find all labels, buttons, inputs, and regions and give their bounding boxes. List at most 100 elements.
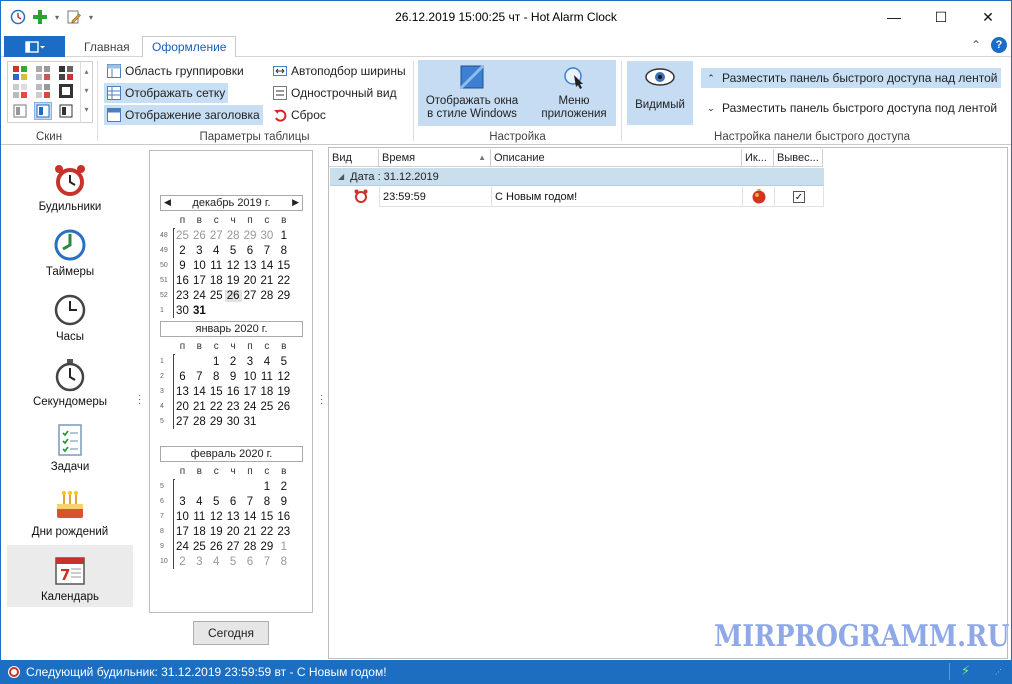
calendar-day[interactable]: 2 — [225, 356, 242, 368]
calendar-day[interactable]: 3 — [242, 356, 259, 368]
calendar-day[interactable]: 1 — [208, 356, 225, 368]
calendar-day[interactable]: 29 — [242, 230, 259, 242]
table-row[interactable]: 23:59:59 С Новым годом! ✓ — [330, 187, 824, 207]
calendar-day[interactable]: 19 — [225, 275, 242, 287]
calendar-day[interactable]: 18 — [191, 526, 208, 538]
calendar-day[interactable]: 3 — [174, 496, 191, 508]
minimize-button[interactable]: — — [871, 1, 917, 33]
next-month-icon[interactable]: ▶ — [292, 197, 299, 208]
application-menu-button[interactable] — [4, 36, 65, 57]
calendar-day[interactable]: 12 — [225, 260, 242, 272]
skin-gallery[interactable]: ▴ ▾ ▾ — [7, 61, 93, 123]
calendar-day[interactable]: 26 — [224, 289, 242, 302]
calendar-day[interactable]: 11 — [191, 511, 208, 523]
calendar-day[interactable]: 6 — [242, 556, 259, 568]
calendar-day[interactable]: 18 — [208, 275, 225, 287]
month-header[interactable]: январь 2020 г. — [160, 321, 303, 337]
app-menu-button[interactable]: Меню приложения — [534, 61, 614, 125]
calendar-day[interactable]: 8 — [275, 556, 292, 568]
calendar-day[interactable]: 5 — [225, 556, 242, 568]
calendar-day[interactable]: 7 — [191, 371, 208, 383]
show-header-button[interactable]: Отображение заголовка — [104, 105, 263, 125]
calendar-day[interactable]: 5 — [275, 356, 292, 368]
tab-appearance[interactable]: Оформление — [142, 36, 237, 58]
calendar-day[interactable]: 5 — [225, 245, 242, 257]
column-header-description[interactable]: Описание — [491, 149, 742, 167]
group-row-date[interactable]: ◢ Дата : 31.12.2019 — [330, 168, 824, 186]
reset-button[interactable]: Сброс — [270, 105, 329, 125]
calendar-day[interactable]: 24 — [174, 541, 191, 553]
lightning-icon[interactable]: ⚡ — [961, 663, 970, 679]
calendar-day[interactable]: 30 — [258, 230, 275, 242]
calendar-day[interactable]: 28 — [258, 290, 275, 302]
skin-office-selected-icon[interactable] — [34, 102, 52, 120]
calendar-day[interactable]: 27 — [242, 290, 259, 302]
calendar-day[interactable]: 14 — [191, 386, 208, 398]
calendar-day[interactable]: 16 — [225, 386, 242, 398]
skin-icon[interactable] — [13, 84, 27, 98]
calendar-day[interactable]: 28 — [242, 541, 259, 553]
help-icon[interactable]: ? — [991, 37, 1007, 53]
calendar-day[interactable]: 25 — [174, 230, 191, 242]
calendar-day[interactable]: 10 — [174, 511, 191, 523]
nav-tasks[interactable]: Задачи — [7, 415, 133, 477]
collapse-ribbon-icon[interactable]: ⌃ — [971, 38, 981, 52]
calendar-day[interactable]: 1 — [275, 541, 292, 553]
calendar-day[interactable]: 24 — [191, 290, 208, 302]
nav-splitter-handle[interactable]: · · · — [138, 391, 144, 409]
calendar-day[interactable]: 7 — [258, 556, 275, 568]
calendar-day[interactable]: 7 — [242, 496, 259, 508]
single-line-button[interactable]: Однострочный вид — [270, 83, 400, 103]
calendar-day[interactable]: 9 — [174, 260, 191, 272]
skin-icon[interactable] — [13, 66, 27, 80]
calendar-day[interactable]: 22 — [208, 401, 225, 413]
calendar-day[interactable]: 12 — [275, 371, 292, 383]
calendar-day[interactable]: 27 — [174, 416, 191, 428]
prev-month-icon[interactable]: ◀ — [164, 197, 171, 208]
calendar-day[interactable]: 9 — [275, 496, 292, 508]
show-grid-button[interactable]: Отображать сетку — [104, 83, 229, 103]
calendar-day[interactable]: 27 — [225, 541, 242, 553]
calendar-day[interactable]: 4 — [258, 356, 275, 368]
calendar-day[interactable]: 28 — [225, 230, 242, 242]
resize-grip-icon[interactable]: ⋰ — [995, 668, 1002, 676]
calendar-day[interactable]: 25 — [258, 401, 275, 413]
calendar-day[interactable]: 14 — [242, 511, 259, 523]
calendar-day[interactable]: 15 — [208, 386, 225, 398]
calendar-day[interactable]: 3 — [191, 556, 208, 568]
calendar-day[interactable]: 28 — [191, 416, 208, 428]
calendar-day[interactable]: 6 — [242, 245, 259, 257]
calendar-day[interactable]: 18 — [258, 386, 275, 398]
calendar-day[interactable]: 17 — [242, 386, 259, 398]
calendar-day[interactable]: 8 — [258, 496, 275, 508]
calendar-day[interactable]: 21 — [191, 401, 208, 413]
month-header[interactable]: февраль 2020 г. — [160, 446, 303, 462]
nav-stopwatches[interactable]: Секундомеры — [7, 350, 133, 412]
visible-button[interactable]: Видимый — [627, 61, 693, 125]
calendar-day[interactable]: 20 — [174, 401, 191, 413]
calendar-day[interactable]: 27 — [208, 230, 225, 242]
close-button[interactable]: ✕ — [965, 1, 1011, 33]
nav-alarms[interactable]: Будильники — [7, 155, 133, 217]
today-button[interactable]: Сегодня — [193, 621, 269, 645]
calendar-day[interactable]: 26 — [275, 401, 292, 413]
calendar-day[interactable]: 23 — [225, 401, 242, 413]
calendar-day[interactable]: 6 — [225, 496, 242, 508]
calendar-day[interactable]: 22 — [258, 526, 275, 538]
calendar-day[interactable]: 14 — [258, 260, 275, 272]
nav-calendar[interactable]: 7 Календарь — [7, 545, 133, 607]
calendar-day[interactable]: 12 — [208, 511, 225, 523]
calendar-day[interactable]: 24 — [242, 401, 259, 413]
calendar-day[interactable]: 5 — [208, 496, 225, 508]
skin-icon[interactable] — [36, 66, 50, 80]
calendar-day[interactable]: 16 — [275, 511, 292, 523]
calendar-day[interactable]: 10 — [191, 260, 208, 272]
calendar-day[interactable]: 29 — [275, 290, 292, 302]
maximize-button[interactable]: ☐ — [918, 1, 964, 33]
calendar-day[interactable]: 17 — [191, 275, 208, 287]
calendar-day[interactable]: 8 — [275, 245, 292, 257]
month-header[interactable]: ◀ ▶ декабрь 2019 г. — [160, 195, 303, 211]
calendar-day[interactable]: 4 — [191, 496, 208, 508]
column-header-display[interactable]: Вывес... — [774, 149, 823, 167]
calendar-day[interactable]: 22 — [275, 275, 292, 287]
